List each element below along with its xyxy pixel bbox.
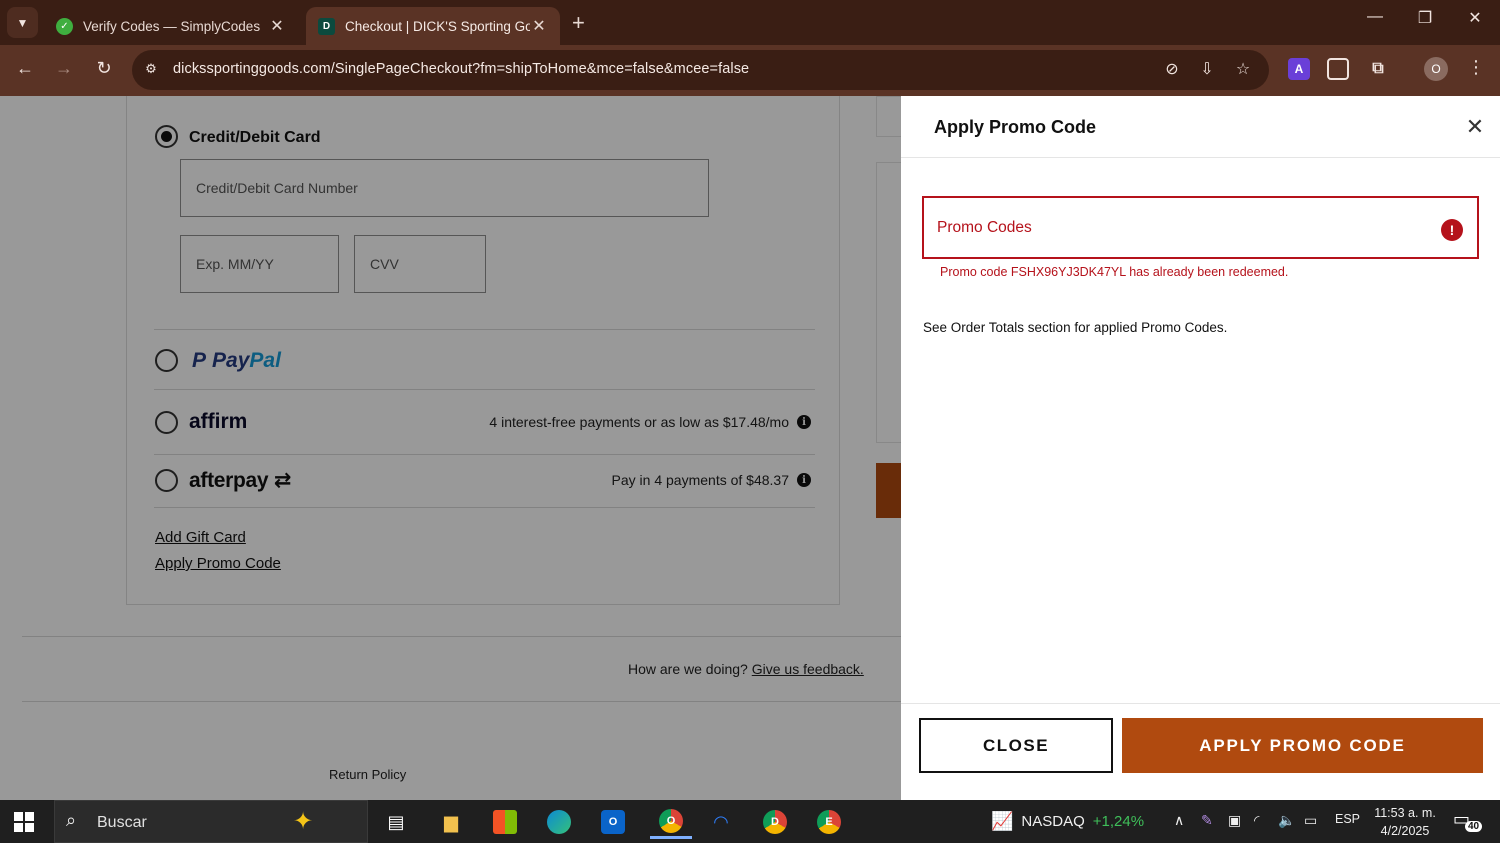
tab-title: Verify Codes — SimplyCodes xyxy=(83,18,261,34)
url-text[interactable]: dickssportinggoods.com/SinglePageCheckou… xyxy=(173,61,749,77)
promo-note: See Order Totals section for applied Pro… xyxy=(923,320,1228,335)
search-icon: ⌕ xyxy=(66,810,77,830)
chrome-badge: O xyxy=(659,808,683,833)
copilot-sparkle-icon[interactable]: ✦ xyxy=(293,807,313,836)
taskbar-search[interactable]: ⌕ Buscar ✦ xyxy=(54,800,368,843)
stock-chart-icon: 📈 xyxy=(991,811,1014,831)
stock-name: NASDAQ xyxy=(1021,813,1085,830)
bookmark-star-icon[interactable]: ☆ xyxy=(1232,59,1254,79)
chevron-down-icon: ▼ xyxy=(16,15,29,30)
extensions-puzzle-icon[interactable]: ⧉ xyxy=(1367,58,1389,80)
microsoft-store-icon[interactable] xyxy=(488,805,522,839)
wifi-icon[interactable]: ◜ xyxy=(1254,812,1259,829)
more-menu-icon[interactable]: ⋮ xyxy=(1466,57,1486,78)
chrome-profile-o-icon[interactable]: O xyxy=(650,805,692,839)
chrome-profile-d-icon[interactable]: D xyxy=(758,805,792,839)
profile-avatar[interactable]: O xyxy=(1424,57,1448,81)
browser-tab-bar: ▼ ✓ Verify Codes — SimplyCodes ✕ D Check… xyxy=(0,0,1500,45)
browser-toolbar: ← → ↻ ⚙ dickssportinggoods.com/SinglePag… xyxy=(0,45,1500,96)
chrome-badge: E xyxy=(817,810,841,834)
arc-icon[interactable]: ◠ xyxy=(704,805,738,839)
close-icon[interactable]: ✕ xyxy=(1464,114,1486,140)
clock[interactable]: 11:53 a. m. 4/2/2025 xyxy=(1370,804,1440,840)
notifications-icon[interactable]: ▭ 40 xyxy=(1453,809,1483,835)
apply-promo-code-button[interactable]: APPLY PROMO CODE xyxy=(1122,718,1483,773)
tab-search-button[interactable]: ▼ xyxy=(7,7,38,38)
stock-widget[interactable]: 📈 NASDAQ +1,24% xyxy=(991,811,1144,832)
pen-icon[interactable]: ✎ xyxy=(1201,812,1213,829)
reload-icon[interactable]: ↻ xyxy=(92,58,116,79)
close-icon[interactable]: ✕ xyxy=(268,16,286,36)
restore-icon[interactable]: ❐ xyxy=(1410,8,1440,28)
notification-count: 40 xyxy=(1465,821,1483,832)
minimize-icon[interactable]: — xyxy=(1360,8,1390,26)
modal-backdrop[interactable] xyxy=(0,96,901,800)
page-content: Credit/Debit Card Credit/Debit Card Numb… xyxy=(0,96,1500,800)
promo-error-message: Promo code FSHX96YJ3DK47YL has already b… xyxy=(940,265,1289,279)
volume-icon[interactable]: 🔈 xyxy=(1278,812,1295,829)
install-app-icon[interactable]: ⇩ xyxy=(1196,59,1218,79)
tab-dicks-checkout[interactable]: D Checkout | DICK'S Sporting Goo ✕ xyxy=(306,7,560,45)
chevron-up-icon[interactable]: ∧ xyxy=(1174,812,1184,829)
stock-change: +1,24% xyxy=(1092,813,1145,830)
battery-icon[interactable]: ▭ xyxy=(1304,812,1317,829)
clock-date: 4/2/2025 xyxy=(1380,824,1430,838)
divider xyxy=(901,703,1500,704)
extension-a-icon[interactable]: A xyxy=(1288,58,1310,80)
dicks-icon: D xyxy=(318,17,335,35)
address-bar[interactable]: ⚙ dickssportinggoods.com/SinglePageCheck… xyxy=(132,50,1269,90)
back-arrow-icon[interactable]: ← xyxy=(13,58,37,79)
outlook-icon[interactable]: O xyxy=(596,805,630,839)
window-close-icon[interactable]: ✕ xyxy=(1460,8,1490,28)
windows-taskbar: ⌕ Buscar ✦ ▤ ▆ O O ◠ D E 📈 NASDAQ +1,24%… xyxy=(0,800,1500,843)
taskbar-search-text: Buscar xyxy=(97,814,147,831)
eye-off-icon[interactable]: ⊘ xyxy=(1161,59,1183,79)
close-button[interactable]: CLOSE xyxy=(919,718,1113,773)
language-indicator[interactable]: ESP xyxy=(1335,812,1360,826)
meet-icon[interactable]: ▣ xyxy=(1228,812,1241,829)
error-icon: ! xyxy=(1441,219,1463,241)
chrome-badge: D xyxy=(763,810,787,834)
promo-code-panel: Apply Promo Code ✕ Promo Codes ! Promo c… xyxy=(901,96,1500,800)
edge-icon[interactable] xyxy=(542,805,576,839)
simplycodes-icon: ✓ xyxy=(56,17,73,35)
windows-start-icon[interactable] xyxy=(14,812,34,832)
divider xyxy=(901,157,1500,158)
promo-code-input[interactable]: Promo Codes ! xyxy=(922,196,1479,259)
file-explorer-icon[interactable]: ▆ xyxy=(434,805,468,839)
panel-title: Apply Promo Code xyxy=(934,117,1097,137)
tab-simplycodes[interactable]: ✓ Verify Codes — SimplyCodes ✕ xyxy=(44,7,298,45)
forward-arrow-icon[interactable]: → xyxy=(52,58,76,79)
new-tab-button[interactable]: + xyxy=(572,10,585,36)
site-settings-icon[interactable]: ⚙ xyxy=(142,61,160,79)
close-icon[interactable]: ✕ xyxy=(530,16,548,36)
extension-reader-icon[interactable] xyxy=(1327,58,1349,80)
clock-time: 11:53 a. m. xyxy=(1374,806,1436,820)
promo-code-placeholder: Promo Codes xyxy=(937,219,1032,236)
tab-title: Checkout | DICK'S Sporting Goo xyxy=(345,18,530,34)
chrome-profile-e-icon[interactable]: E xyxy=(812,805,846,839)
task-view-icon[interactable]: ▤ xyxy=(379,805,413,839)
